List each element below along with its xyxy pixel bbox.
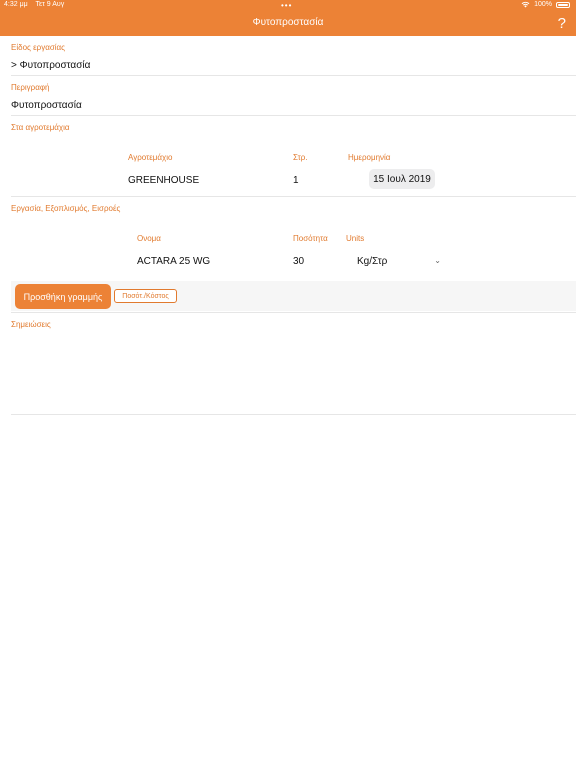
help-button[interactable]: ? bbox=[558, 15, 566, 32]
column-header-field: Αγροτεμάχιο bbox=[128, 153, 173, 162]
page-title: Φυτοπροστασία bbox=[252, 17, 324, 28]
description-input[interactable]: Φυτοπροστασία bbox=[11, 100, 82, 111]
battery-icon bbox=[556, 1, 570, 8]
add-line-button[interactable]: Προσθήκη γραμμής bbox=[15, 284, 111, 309]
divider bbox=[11, 312, 576, 313]
fields-section-label: Στα αγροτεμάχια bbox=[11, 123, 70, 132]
column-header-units: Units bbox=[346, 234, 365, 243]
area-cell[interactable]: 1 bbox=[293, 175, 299, 186]
navigation-bar: 4:32 μμ Τετ 9 Αυγ ••• 100% Φυτοπροστασία… bbox=[0, 0, 576, 36]
work-type-selector[interactable]: > Φυτοπροστασία bbox=[11, 60, 90, 71]
status-time: 4:32 μμ bbox=[4, 1, 28, 8]
notes-label: Σημειώσεις bbox=[11, 320, 51, 329]
work-type-label: Είδος εργασίας bbox=[11, 43, 66, 52]
notes-textarea[interactable] bbox=[11, 332, 576, 412]
divider bbox=[11, 196, 576, 197]
date-picker-button[interactable]: 15 Ιουλ 2019 bbox=[369, 169, 435, 189]
units-selected-value: Kg/Στρ bbox=[357, 256, 388, 267]
status-bar-left: 4:32 μμ Τετ 9 Αυγ bbox=[4, 1, 70, 8]
input-name-cell: ACTARA 25 WG bbox=[137, 256, 211, 267]
divider bbox=[11, 414, 576, 415]
divider bbox=[11, 115, 576, 116]
qty-cost-button[interactable]: Ποσότ./Κόστος bbox=[114, 289, 177, 303]
column-header-date: Ημερομηνία bbox=[348, 153, 391, 162]
column-header-quantity: Ποσότητα bbox=[293, 234, 328, 243]
column-header-area: Στρ. bbox=[293, 153, 308, 162]
wifi-icon bbox=[521, 1, 530, 8]
description-label: Περιγραφή bbox=[11, 83, 50, 92]
status-bar-right: 100% bbox=[521, 1, 570, 8]
multitasking-dots-icon[interactable]: ••• bbox=[281, 1, 292, 10]
battery-percent: 100% bbox=[534, 1, 552, 8]
chevron-down-icon: ⌄ bbox=[434, 256, 441, 265]
column-header-name: Ονομα bbox=[137, 234, 161, 243]
inputs-section-label: Εργασία, Εξοπλισμός, Εισροές bbox=[11, 204, 121, 213]
field-name-cell: GREENHOUSE bbox=[128, 175, 200, 186]
divider bbox=[11, 75, 576, 76]
quantity-input[interactable]: 30 bbox=[293, 256, 304, 267]
units-select[interactable]: Kg/Στρ ⌄ bbox=[357, 256, 447, 270]
status-date: Τετ 9 Αυγ bbox=[35, 1, 65, 8]
